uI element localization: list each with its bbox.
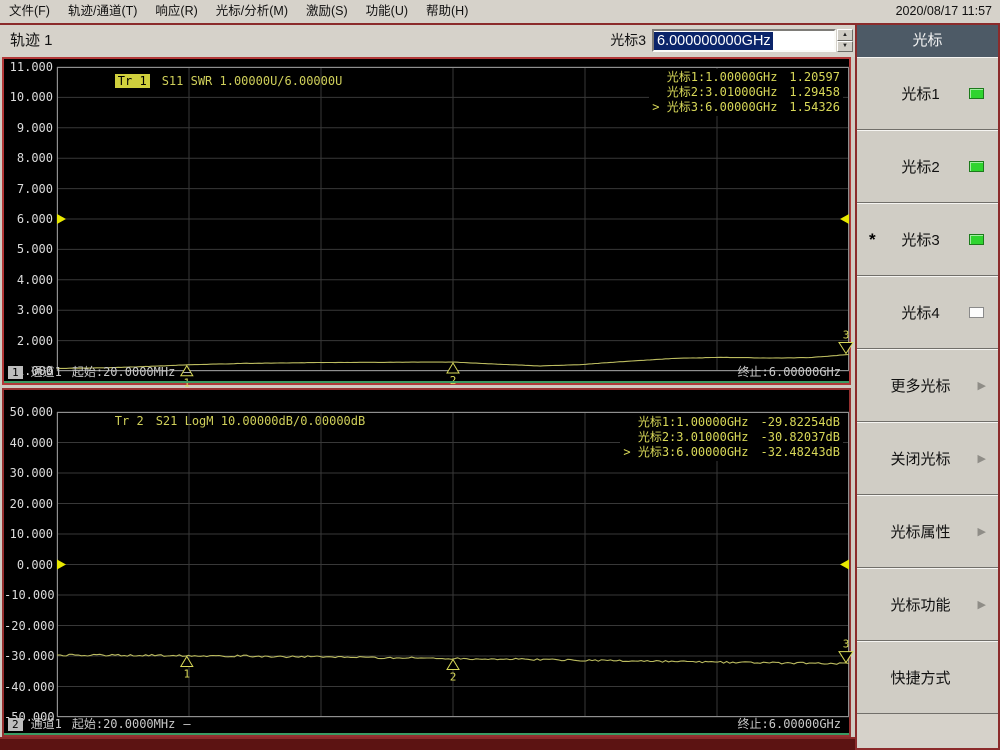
close-markers-button[interactable]: 关闭光标 ▶ <box>857 422 998 495</box>
y-axis-tick: -10.000 <box>4 588 55 602</box>
softkey-label: 光标4 <box>901 305 940 322</box>
marker-readout: 光标1:1.00000GHz -29.82254dB 光标2:3.01000GHz… <box>620 414 843 461</box>
submenu-arrow-icon: ▶ <box>977 380 986 392</box>
panel-s21-logm[interactable]: Tr 2 S21 LogM 10.00000dB/0.00000dB 50.000… <box>2 388 854 737</box>
stop-frequency: 终止:6.00000GHz <box>737 717 841 731</box>
active-marker-star-icon: * <box>869 229 876 249</box>
channel-badge: 1 <box>8 366 23 379</box>
sweep-indicator <box>4 381 849 383</box>
spinner-down-button[interactable]: ▼ <box>837 40 853 52</box>
marker-1-button[interactable]: 光标1 <box>857 57 998 130</box>
softkey-label: 光标2 <box>901 159 940 176</box>
y-axis-tick: 5.000 <box>16 242 53 257</box>
y-axis-tick: 6.000 <box>16 212 53 226</box>
svg-text:3: 3 <box>843 328 850 341</box>
sidebar-buttons: 光标1 光标2 * 光标3 光标4 更多光标 ▶ 关闭光标 ▶ 光标属性 ▶ 光标功能 ▶ 快捷方式 <box>857 57 998 714</box>
y-axis-tick: 20.000 <box>9 496 53 511</box>
toolbar: 轨迹 1 光标3 6.000000000GHz ▲ ▼ 光标 <box>0 25 1000 57</box>
marker-properties-button[interactable]: 光标属性 ▶ <box>857 495 998 568</box>
datetime: 2020/08/17 11:57 <box>895 4 992 18</box>
y-axis-tick: -30.000 <box>4 649 55 663</box>
menu-bar: 文件(F) 轨迹/通道(T) 响应(R) 光标/分析(M) 激励(S) 功能(U) 帮助(H… <box>0 0 1000 25</box>
marker-frequency-label: 光标3 <box>610 32 646 48</box>
softkey-label: 光标功能 <box>890 597 951 614</box>
frequency-spinner: ▲ ▼ <box>837 29 853 52</box>
marker-frequency-value: 6.000000000GHz <box>654 31 773 50</box>
channel-status: 2 通道1 起始:20.0000MHz — <box>8 718 191 731</box>
svg-text:3: 3 <box>843 638 850 651</box>
y-axis-tick: 2.000 <box>16 333 53 348</box>
softkey-label: 更多光标 <box>890 378 951 395</box>
y-axis-tick: 50.000 <box>9 405 53 419</box>
y-axis-tick: 4.000 <box>16 272 53 287</box>
more-markers-button[interactable]: 更多光标 ▶ <box>857 349 998 422</box>
submenu-arrow-icon: ▶ <box>977 453 986 465</box>
bottom-frame <box>0 737 855 750</box>
menu-item-help[interactable]: 帮助(H) <box>417 0 477 23</box>
menu-item-response[interactable]: 响应(R) <box>146 0 206 23</box>
marker-functions-button[interactable]: 光标功能 ▶ <box>857 568 998 641</box>
y-axis-tick: -40.000 <box>4 679 55 694</box>
y-axis-tick: 9.000 <box>16 120 53 135</box>
softkey-label: 关闭光标 <box>890 451 951 468</box>
vna-application-window: 文件(F) 轨迹/通道(T) 响应(R) 光标/分析(M) 激励(S) 功能(U) 帮助(H… <box>0 0 1000 750</box>
marker-frequency-input[interactable]: 6.000000000GHz <box>652 29 836 52</box>
softkey-label: 光标3 <box>901 232 940 249</box>
active-trace-label: 轨迹 1 <box>10 32 53 49</box>
marker-3-button[interactable]: * 光标3 <box>857 203 998 276</box>
y-axis-tick: 7.000 <box>16 181 53 196</box>
menu-item-marker-analysis[interactable]: 光标/分析(M) <box>207 0 297 23</box>
y-axis-tick: 0.000 <box>16 557 53 572</box>
submenu-arrow-icon: ▶ <box>977 526 986 538</box>
y-axis-tick: 10.000 <box>9 527 53 541</box>
y-axis-tick: 11.000 <box>9 60 53 74</box>
y-axis-tick: 8.000 <box>16 151 53 166</box>
softkey-label: 光标1 <box>901 86 940 103</box>
marker-readout: 光标1:1.00000GHz 1.20597 光标2:3.01000GHz 1.29… <box>649 69 843 116</box>
y-axis-tick: -20.000 <box>4 618 55 633</box>
channel-status: 1 通道1 起始:20.0000MHz — <box>8 366 191 379</box>
led-indicator-on <box>969 233 984 245</box>
led-indicator-on <box>969 160 984 172</box>
y-axis-tick: 40.000 <box>9 435 53 450</box>
y-axis-tick: 30.000 <box>9 466 53 480</box>
menu-item-utility[interactable]: 功能(U) <box>357 0 417 23</box>
menu-bar-items: 文件(F) 轨迹/通道(T) 响应(R) 光标/分析(M) 激励(S) 功能(U) 帮助(H… <box>0 0 477 23</box>
panel-s11-swr[interactable]: Tr 1 S11 SWR 1.00000U/6.00000U 11.000 10.0… <box>2 57 854 390</box>
chart-area: Tr 1 S11 SWR 1.00000U/6.00000U 11.000 10.0… <box>0 57 855 750</box>
sidebar-menu: 光标1 光标2 * 光标3 光标4 更多光标 ▶ 关闭光标 ▶ 光标属性 ▶ 光标功能 ▶ 快捷方式 <box>855 57 1000 750</box>
y-axis-tick: 10.000 <box>9 90 53 105</box>
menu-item-trace-channel[interactable]: 轨迹/通道(T) <box>59 0 146 23</box>
softkey-label: 光标属性 <box>890 524 951 541</box>
menu-item-file[interactable]: 文件(F) <box>0 0 59 23</box>
menu-item-stimulus[interactable]: 激励(S) <box>297 0 357 23</box>
y-axis-tick: 3.000 <box>16 303 53 318</box>
svg-text:2: 2 <box>450 671 457 684</box>
channel-badge: 2 <box>8 718 23 731</box>
marker-2-button[interactable]: 光标2 <box>857 130 998 203</box>
submenu-arrow-icon: ▶ <box>977 599 986 611</box>
marker-4-button[interactable]: 光标4 <box>857 276 998 349</box>
sweep-indicator <box>4 733 849 735</box>
sidebar-title: 光标 <box>855 25 1000 57</box>
led-indicator-on <box>969 87 984 99</box>
stop-frequency: 终止:6.00000GHz <box>737 365 841 379</box>
svg-text:1: 1 <box>183 667 190 680</box>
spinner-up-button[interactable]: ▲ <box>837 29 853 41</box>
softkey-label: 快捷方式 <box>890 670 951 687</box>
shortcuts-button[interactable]: 快捷方式 <box>857 641 998 714</box>
led-indicator-off <box>969 306 984 318</box>
